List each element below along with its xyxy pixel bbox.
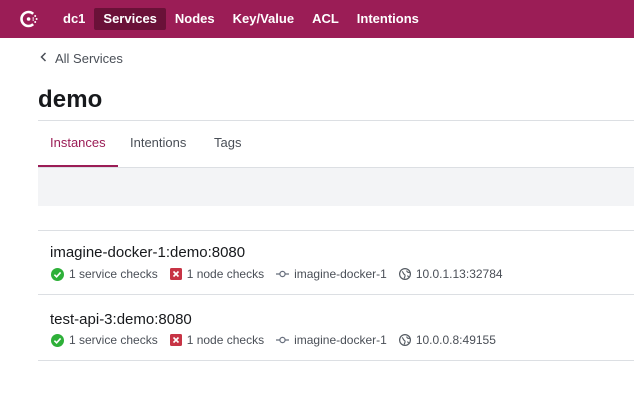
address-value: 10.0.1.13:32784: [415, 267, 503, 281]
instance-name[interactable]: test-api-3:demo:8080: [50, 311, 192, 328]
nav-item-nodes[interactable]: Nodes: [166, 8, 224, 30]
nav-item-key-value[interactable]: Key/Value: [224, 8, 303, 30]
tab-intentions[interactable]: Intentions: [118, 121, 198, 165]
node-icon: [276, 270, 290, 278]
nav-item-acl[interactable]: ACL: [303, 8, 348, 30]
nav-item-intentions[interactable]: Intentions: [348, 8, 428, 30]
instance-row[interactable]: test-api-3:demo:8080 1 service checks 1 …: [38, 295, 634, 361]
node-checks-label: 1 node checks: [186, 333, 265, 347]
tab-instances[interactable]: Instances: [38, 121, 118, 167]
chevron-left-icon: [40, 52, 47, 65]
filter-bar: [38, 168, 634, 206]
check-circle-icon: [51, 333, 64, 347]
top-nav: dc1 Services Nodes Key/Value ACL Intenti…: [0, 0, 634, 38]
node-checks-label: 1 node checks: [186, 267, 265, 281]
critical-x-icon: [169, 334, 182, 346]
breadcrumb-all-services-link[interactable]: All Services: [55, 51, 123, 66]
globe-icon: [398, 268, 411, 280]
nav-item-services[interactable]: Services: [94, 8, 166, 30]
service-checks-label: 1 service checks: [69, 333, 158, 347]
instance-address: 10.0.1.13:32784: [398, 267, 503, 281]
tab-tags[interactable]: Tags: [202, 121, 253, 165]
datacenter-menu[interactable]: dc1: [53, 8, 94, 30]
node-name: imagine-docker-1: [294, 267, 387, 281]
node-checks: 1 node checks: [169, 267, 265, 281]
address-value: 10.0.0.8:49155: [415, 333, 496, 347]
service-checks: 1 service checks: [51, 333, 158, 347]
instance-meta: 1 service checks 1 node checks imagine-d…: [51, 333, 508, 347]
globe-icon: [398, 334, 411, 346]
instance-address: 10.0.0.8:49155: [398, 333, 496, 347]
instance-node: imagine-docker-1: [276, 333, 387, 347]
instance-row[interactable]: imagine-docker-1:demo:8080 1 service che…: [38, 231, 634, 295]
service-checks: 1 service checks: [51, 267, 158, 281]
page-title: demo: [38, 86, 103, 113]
consul-logo-icon[interactable]: [19, 9, 39, 29]
instance-name[interactable]: imagine-docker-1:demo:8080: [50, 244, 245, 261]
node-checks: 1 node checks: [169, 333, 265, 347]
check-circle-icon: [51, 267, 64, 281]
tab-bar: Instances Intentions Tags: [38, 121, 634, 168]
node-icon: [276, 336, 290, 344]
breadcrumb[interactable]: All Services: [40, 51, 123, 66]
service-checks-label: 1 service checks: [69, 267, 158, 281]
instance-node: imagine-docker-1: [276, 267, 387, 281]
instance-meta: 1 service checks 1 node checks imagine-d…: [51, 267, 515, 281]
node-name: imagine-docker-1: [294, 333, 387, 347]
critical-x-icon: [169, 268, 182, 280]
